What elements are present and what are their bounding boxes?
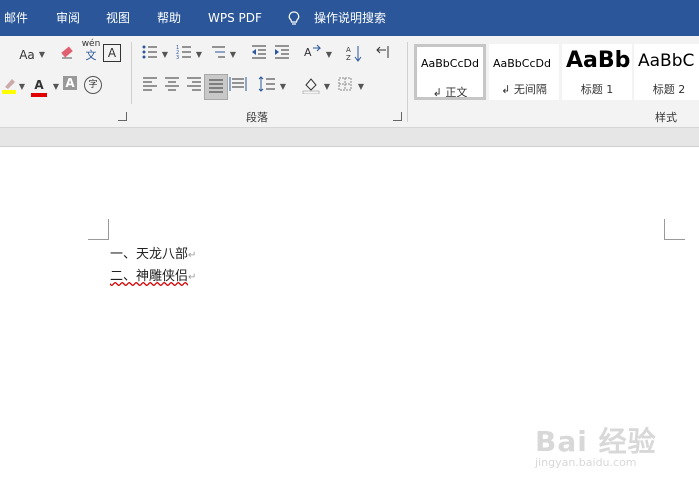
chevron-down-icon[interactable]: ▼ <box>50 76 62 98</box>
style-sample: AaBbC <box>638 51 695 71</box>
align-left-icon[interactable] <box>139 76 161 98</box>
style-sample: AaBbCcDd <box>493 57 551 70</box>
borders-icon[interactable] <box>334 76 356 98</box>
justify-icon[interactable] <box>204 74 228 100</box>
svg-text:A: A <box>346 46 351 54</box>
shading-bucket-icon[interactable] <box>300 76 322 98</box>
chevron-down-icon[interactable]: ▼ <box>323 44 335 66</box>
multilevel-list-icon[interactable] <box>207 44 229 66</box>
style-name-text: 标题 1 <box>580 83 614 96</box>
decrease-indent-icon[interactable] <box>248 44 270 66</box>
lightbulb-icon[interactable] <box>288 0 300 36</box>
chevron-down-icon[interactable]: ▼ <box>36 44 48 66</box>
menu-review[interactable]: 审阅 <box>56 0 80 36</box>
menu-wps-pdf[interactable]: WPS PDF <box>208 0 262 36</box>
paragraph-dialog-launcher[interactable] <box>393 112 402 121</box>
chevron-down-icon[interactable]: ▼ <box>321 76 333 98</box>
style-no-spacing[interactable]: AaBbCcDd ↲ 无间隔 <box>489 44 559 100</box>
chevron-down-icon[interactable]: ▼ <box>159 44 171 66</box>
menu-bar: 邮件 审阅 视图 帮助 WPS PDF 操作说明搜索 <box>0 0 699 36</box>
font-color-bar <box>31 93 47 97</box>
style-name: ↲ 正文 <box>432 86 468 99</box>
watermark: Bai 经验 jingyan.baidu.com <box>535 420 657 469</box>
ribbon-bottom-strip <box>0 128 699 147</box>
numbering-icon[interactable]: 123 <box>173 44 195 66</box>
line-spacing-icon[interactable] <box>256 76 278 98</box>
menu-view[interactable]: 视图 <box>106 0 130 36</box>
style-sample: AaBb <box>566 48 631 73</box>
crop-mark-left <box>88 219 109 240</box>
style-name: ↲ 无间隔 <box>501 83 547 96</box>
paragraph-mark: ↵ <box>188 272 197 283</box>
style-heading-1[interactable]: AaBb 标题 1 <box>562 44 632 100</box>
paragraph-group-label: 段落 <box>246 111 268 124</box>
ribbon: Aa ▼ wén 文 A ▼ A ▼ A 字 ▼ 123 ▼ ▼ A ▼ AZ <box>0 36 699 128</box>
style-name-text: 无间隔 <box>513 83 547 96</box>
enclose-char-button[interactable]: 字 <box>84 76 102 94</box>
style-sample: AaBbCcDd <box>421 57 479 70</box>
menu-mailings[interactable]: 邮件 <box>4 0 28 36</box>
char-shading-button[interactable]: A <box>63 76 77 90</box>
style-heading-2[interactable]: AaBbC 标题 2 <box>634 44 699 100</box>
sort-icon[interactable]: AZ <box>343 44 365 66</box>
crop-mark-right <box>664 219 685 240</box>
show-marks-icon[interactable] <box>372 44 394 66</box>
line-text: 一、天龙八部 <box>110 247 189 262</box>
document-line-1[interactable]: 一、天龙八部↵ <box>110 243 196 262</box>
increase-indent-icon[interactable] <box>271 44 293 66</box>
chinese-layout-icon[interactable]: A <box>302 44 324 66</box>
bullets-icon[interactable] <box>139 44 161 66</box>
group-separator <box>131 42 132 104</box>
align-right-icon[interactable] <box>183 76 205 98</box>
chevron-down-icon[interactable]: ▼ <box>355 76 367 98</box>
distributed-icon[interactable] <box>227 76 249 98</box>
chevron-down-icon[interactable]: ▼ <box>227 44 239 66</box>
style-normal[interactable]: AaBbCcDd ↲ 正文 <box>414 44 486 100</box>
font-color-glyph: A <box>34 78 44 92</box>
styles-group-label: 样式 <box>655 111 677 124</box>
svg-text:A: A <box>304 46 312 59</box>
font-dialog-launcher[interactable] <box>118 112 127 121</box>
svg-text:Z: Z <box>346 54 351 62</box>
svg-text:3: 3 <box>176 55 179 60</box>
line-text: 二、神雕侠侣 <box>110 269 189 284</box>
char-border-button[interactable]: A <box>103 44 121 62</box>
chevron-down-icon[interactable]: ▼ <box>277 76 289 98</box>
chevron-down-icon[interactable]: ▼ <box>193 44 205 66</box>
group-separator <box>407 42 408 122</box>
paragraph-mark: ↵ <box>188 250 197 261</box>
document-line-2[interactable]: 二、神雕侠侣↵ <box>110 265 196 284</box>
style-name-text: 标题 2 <box>652 83 686 96</box>
watermark-main: Bai 经验 <box>535 425 657 458</box>
align-center-icon[interactable] <box>161 76 183 98</box>
phonetic-guide-button[interactable]: wén 文 <box>80 38 102 62</box>
chevron-down-icon[interactable]: ▼ <box>16 76 28 98</box>
tell-me-search[interactable]: 操作说明搜索 <box>314 0 386 36</box>
phonetic-bottom: 文 <box>85 49 97 62</box>
document-page[interactable]: 一、天龙八部↵ 二、神雕侠侣↵ Bai 经验 jingyan.baidu.com <box>0 147 699 499</box>
menu-help[interactable]: 帮助 <box>157 0 181 36</box>
style-name-text: 正文 <box>445 86 468 99</box>
phonetic-top: wén <box>81 39 101 49</box>
clear-format-icon[interactable] <box>56 44 78 66</box>
